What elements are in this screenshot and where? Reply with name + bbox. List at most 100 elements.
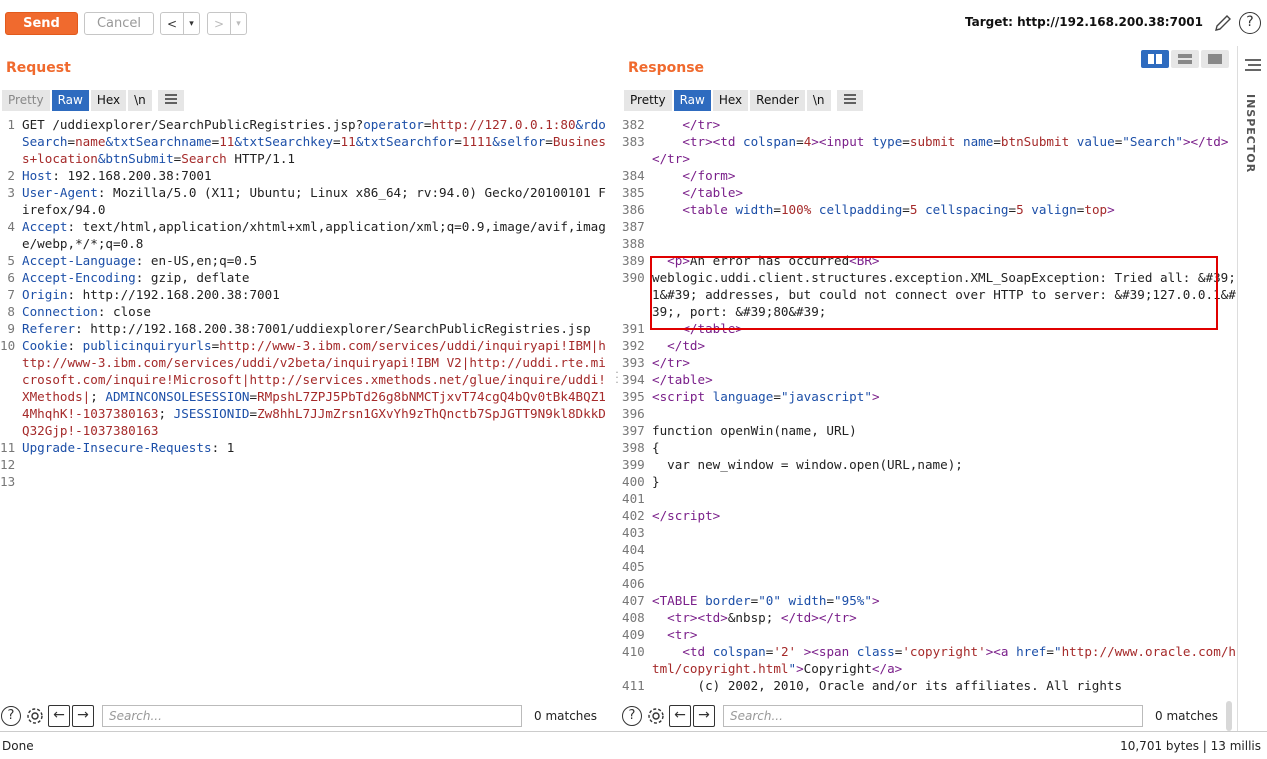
code-line: 10 Cookie: publicinquiryurls=http://www-3… bbox=[0, 337, 612, 439]
tab-hex[interactable]: Hex bbox=[712, 90, 751, 111]
rows-icon bbox=[1178, 54, 1192, 64]
search-next-button[interactable]: → bbox=[693, 705, 715, 727]
line-number: 403 bbox=[622, 525, 645, 540]
forward-arrow-icon[interactable]: > bbox=[208, 13, 230, 34]
request-search-bar: ? ← → 0 matches bbox=[0, 701, 597, 731]
line-number: 6 bbox=[7, 270, 15, 285]
code-line: 392 </td> bbox=[622, 337, 1236, 354]
line-number: 411 bbox=[622, 678, 645, 693]
tab-hex[interactable]: Hex bbox=[90, 90, 129, 111]
line-number: 394 bbox=[622, 372, 645, 387]
response-editor[interactable]: 382 </tr> 383 <tr><td colspan=4><input ty… bbox=[622, 116, 1236, 698]
code-line: 11 Upgrade-Insecure-Requests: 1 bbox=[0, 439, 612, 456]
tab-newline[interactable]: \n bbox=[128, 90, 154, 111]
tab-render[interactable]: Render bbox=[750, 90, 807, 111]
code-line: 5 Accept-Language: en-US,en;q=0.5 bbox=[0, 252, 612, 269]
layout-stacked-button[interactable] bbox=[1171, 50, 1199, 68]
code-line: 395 <script language="javascript"> bbox=[622, 388, 1236, 405]
forward-nav-button[interactable]: > ▾ bbox=[207, 12, 247, 35]
edit-target-pencil-icon[interactable] bbox=[1213, 13, 1233, 33]
code-text: GET /uddiexplorer/SearchPublicRegistries… bbox=[22, 117, 606, 166]
code-line: 12 bbox=[0, 456, 612, 473]
line-number: 11 bbox=[0, 440, 16, 455]
help-icon[interactable]: ? bbox=[1239, 12, 1261, 34]
response-search-input[interactable] bbox=[723, 705, 1143, 727]
code-line: 7 Origin: http://192.168.200.38:7001 bbox=[0, 286, 612, 303]
response-scrollbar[interactable] bbox=[1226, 701, 1232, 731]
tab-raw[interactable]: Raw bbox=[673, 90, 713, 111]
search-prev-button[interactable]: ← bbox=[48, 705, 70, 727]
help-icon[interactable]: ? bbox=[0, 705, 22, 727]
line-number: 12 bbox=[0, 457, 16, 472]
forward-dropdown-icon[interactable]: ▾ bbox=[230, 13, 246, 34]
request-search-input[interactable] bbox=[102, 705, 522, 727]
code-line: 404 bbox=[622, 541, 1236, 558]
line-number: 391 bbox=[622, 321, 645, 336]
code-text: { bbox=[652, 440, 660, 455]
code-text: </form> bbox=[682, 168, 736, 183]
code-line: 408 <tr><td>&nbsp; </td></tr> bbox=[622, 609, 1236, 626]
code-line: 410 <td colspan='2' ><span class='copyri… bbox=[622, 643, 1236, 677]
line-number: 386 bbox=[622, 202, 645, 217]
inspector-menu-icon[interactable] bbox=[1245, 58, 1261, 72]
tab-newline[interactable]: \n bbox=[806, 90, 833, 111]
back-arrow-icon[interactable]: < bbox=[161, 13, 183, 34]
target-label[interactable]: Target: http://192.168.200.38:7001 bbox=[965, 15, 1203, 29]
request-match-count: 0 matches bbox=[534, 709, 598, 723]
code-text: Accept: text/html,application/xhtml+xml,… bbox=[22, 219, 606, 251]
tab-pretty[interactable]: Pretty bbox=[624, 90, 674, 111]
code-line: 402 </script> bbox=[622, 507, 1236, 524]
search-prev-button[interactable]: ← bbox=[669, 705, 691, 727]
code-line: 385 </table> bbox=[622, 184, 1236, 201]
response-menu-button[interactable] bbox=[836, 90, 865, 111]
code-line: 6 Accept-Encoding: gzip, deflate bbox=[0, 269, 612, 286]
single-pane-icon bbox=[1208, 54, 1222, 64]
layout-single-button[interactable] bbox=[1201, 50, 1229, 68]
back-nav-button[interactable]: < ▾ bbox=[160, 12, 200, 35]
layout-side-by-side-button[interactable] bbox=[1141, 50, 1169, 68]
code-line: 3 User-Agent: Mozilla/5.0 (X11; Ubuntu; L… bbox=[0, 184, 612, 218]
send-button[interactable]: Send bbox=[5, 12, 78, 35]
line-number: 398 bbox=[622, 440, 645, 455]
code-line: 409 <tr> bbox=[622, 626, 1236, 643]
code-text: Accept-Language: en-US,en;q=0.5 bbox=[22, 253, 258, 268]
code-text: <table width=100% cellpadding=5 cellspac… bbox=[682, 202, 1115, 217]
line-number: 410 bbox=[622, 644, 645, 659]
line-number: 407 bbox=[622, 593, 645, 608]
code-text: Accept-Encoding: gzip, deflate bbox=[22, 270, 250, 285]
code-text: </table> bbox=[682, 321, 744, 336]
response-view-tabs: Pretty Raw Hex Render \n bbox=[624, 90, 865, 111]
code-line: 383 <tr><td colspan=4><input type=submit… bbox=[622, 133, 1236, 167]
status-bar: Done 10,701 bytes | 13 millis bbox=[0, 731, 1267, 759]
line-number: 400 bbox=[622, 474, 645, 489]
code-text: function openWin(name, URL) bbox=[652, 423, 857, 438]
code-text: <tr><td colspan=4><input type=submit nam… bbox=[652, 134, 1229, 166]
inspector-tab[interactable]: INSPECTOR bbox=[1244, 94, 1257, 173]
code-text: Cookie: publicinquiryurls=http://www-3.i… bbox=[22, 338, 606, 438]
request-editor[interactable]: 1 GET /uddiexplorer/SearchPublicRegistrie… bbox=[0, 116, 612, 698]
tab-pretty[interactable]: Pretty bbox=[2, 90, 52, 111]
search-next-button[interactable]: → bbox=[72, 705, 94, 727]
request-menu-button[interactable] bbox=[157, 90, 186, 111]
code-line: 391 </table> bbox=[622, 320, 1236, 337]
back-dropdown-icon[interactable]: ▾ bbox=[183, 13, 199, 34]
request-panel: Request Pretty Raw Hex \n 1 GET /uddiexpl… bbox=[0, 46, 612, 736]
code-text: var new_window = window.open(URL,name); bbox=[652, 457, 963, 472]
line-number: 387 bbox=[622, 219, 645, 234]
tab-raw[interactable]: Raw bbox=[51, 90, 91, 111]
response-match-count: 0 matches bbox=[1155, 709, 1219, 723]
gear-icon[interactable] bbox=[645, 705, 667, 727]
code-line: 1 GET /uddiexplorer/SearchPublicRegistrie… bbox=[0, 116, 612, 167]
line-number: 4 bbox=[7, 219, 15, 234]
help-icon[interactable]: ? bbox=[621, 705, 643, 727]
line-number: 392 bbox=[622, 338, 645, 353]
code-text: </table> bbox=[682, 185, 744, 200]
code-line: 8 Connection: close bbox=[0, 303, 612, 320]
code-line: 403 bbox=[622, 524, 1236, 541]
panel-resize-handle[interactable]: · · · bbox=[615, 367, 619, 400]
cancel-button[interactable]: Cancel bbox=[84, 12, 154, 35]
hamburger-icon bbox=[843, 94, 856, 104]
line-number: 401 bbox=[622, 491, 645, 506]
gear-icon[interactable] bbox=[24, 705, 46, 727]
